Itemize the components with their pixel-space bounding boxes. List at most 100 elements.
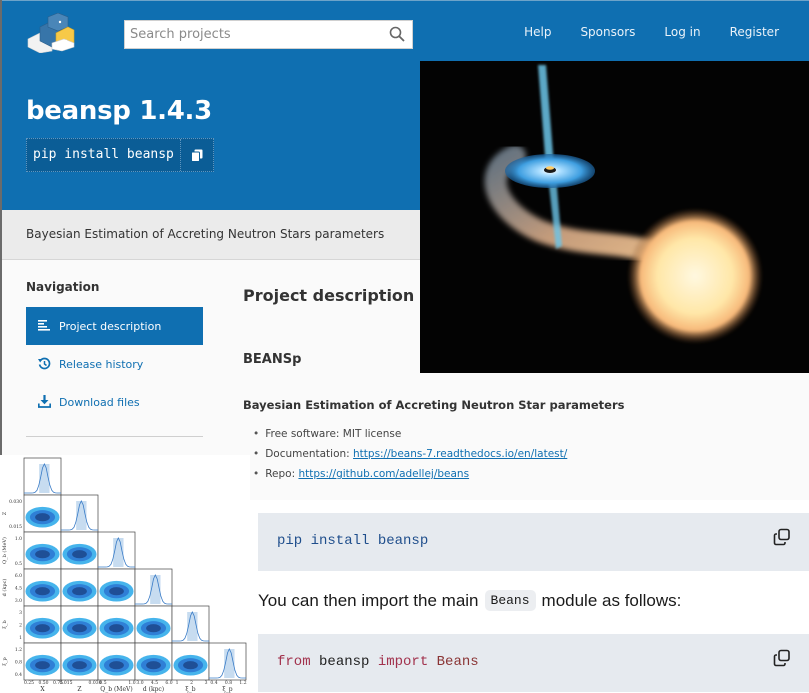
y-tick-label: 1.2 — [15, 647, 22, 653]
contour-1sigma — [35, 661, 50, 670]
pip-command[interactable]: pip install beansp — [27, 139, 181, 171]
search-icon[interactable] — [389, 26, 405, 42]
nav-login-link[interactable]: Log in — [664, 25, 700, 39]
y-tick-label: 2 — [19, 623, 22, 629]
y-tick-label: 0.8 — [15, 660, 22, 666]
x-axis-label: ξ_b — [185, 686, 195, 693]
package-summary: Bayesian Estimation of Accreting Neutron… — [26, 227, 385, 241]
sidebar-item-label: Release history — [59, 357, 144, 371]
repo-link[interactable]: https://github.com/adellej/beans — [298, 468, 469, 480]
sidebar-navigation: Navigation Project description Release h… — [26, 280, 203, 437]
search-box — [124, 20, 413, 49]
x-tick-label: 1.0 — [128, 680, 135, 686]
x-tick-label: 3 — [205, 680, 208, 686]
contour-1sigma — [183, 661, 198, 670]
accretion-art-image — [420, 61, 809, 373]
copy-icon[interactable] — [773, 649, 791, 667]
sidebar-item-release-history[interactable]: Release history — [26, 345, 203, 383]
contour-1sigma — [109, 587, 124, 596]
copy-icon[interactable] — [773, 528, 791, 546]
nav-sponsors-link[interactable]: Sponsors — [580, 25, 635, 39]
y-tick-label: 0.5 — [15, 561, 22, 567]
contour-1sigma — [35, 513, 50, 522]
x-tick-label: 6.0 — [165, 680, 172, 686]
module-name: beansp — [310, 654, 378, 670]
x-tick-label: 2 — [190, 680, 193, 686]
y-tick-label: 4.5 — [15, 586, 22, 592]
contour-1sigma — [72, 661, 87, 670]
sidebar-item-download-files[interactable]: Download files — [26, 383, 203, 421]
instruction-text: module as follows: — [541, 590, 682, 610]
sidebar-item-project-description[interactable]: Project description — [26, 307, 203, 345]
x-tick-label: 0.25 — [24, 680, 34, 686]
list-item: Documentation: https://beans-7.readthedo… — [253, 448, 567, 468]
y-tick-label: 0.015 — [9, 524, 22, 530]
import-instruction: You can then import the main Beans modul… — [258, 590, 681, 611]
readme-title: BEANSp — [243, 352, 302, 367]
documentation-link[interactable]: https://beans-7.readthedocs.io/en/latest… — [353, 448, 567, 460]
contour-1sigma — [109, 624, 124, 633]
y-tick-label: 6.0 — [15, 573, 22, 579]
corner-plot-image: X 0.25 0.50 0.75 Z 0.015 0.030 Q_b (MeV) 0.5 1.0 d… — [0, 455, 250, 693]
list-item: Free software: MIT license — [253, 428, 567, 448]
sidebar-item-label: Project description — [59, 319, 162, 333]
sidebar-item-label: Download files — [59, 395, 140, 409]
y-tick-label: 0.4 — [15, 672, 22, 678]
x-tick-label: 1.2 — [239, 680, 246, 686]
nav-register-link[interactable]: Register — [730, 25, 779, 39]
x-tick-label: 0.4 — [210, 680, 217, 686]
pypi-logo-icon[interactable] — [26, 13, 76, 53]
align-left-icon — [38, 319, 52, 333]
contour-1sigma — [72, 624, 87, 633]
x-tick-label: 3.0 — [136, 680, 143, 686]
x-axis-label: d (kpc) — [143, 686, 164, 693]
package-title: beansp 1.4.3 — [26, 96, 212, 126]
top-navbar: Help Sponsors Log in Register — [2, 0, 809, 62]
readme-subtitle: Bayesian Estimation of Accreting Neutron… — [243, 398, 625, 412]
x-tick-label: 0.8 — [225, 680, 232, 686]
binary-star-illustration — [420, 61, 809, 373]
bullet-text: Documentation: — [265, 448, 354, 460]
x-axis-label: X — [40, 686, 45, 693]
y-tick-label: 1 — [19, 635, 22, 641]
bullet-text: Repo: — [265, 468, 299, 480]
contour-1sigma — [146, 661, 161, 670]
x-tick-label: 0.50 — [38, 680, 48, 686]
list-item: Repo: https://github.com/adellej/beans — [253, 468, 567, 488]
import-code[interactable]: from beansp import Beans — [277, 654, 479, 670]
copy-pip-button[interactable] — [181, 139, 213, 171]
y-axis-label: d (kpc) — [1, 579, 8, 597]
x-axis-label: Z — [77, 686, 81, 693]
sidebar-heading: Navigation — [26, 280, 100, 294]
contour-1sigma — [35, 550, 50, 559]
copy-icon — [190, 149, 203, 162]
instruction-text: You can then import the main — [258, 590, 479, 610]
contour-1sigma — [146, 624, 161, 633]
corner-plot: X0.25 0.50 0.75Z0.015 0.030Q_b (MeV)0.5 1.0d… — [1, 457, 247, 693]
contour-1sigma — [35, 587, 50, 596]
x-tick-label: 0.5 — [99, 680, 106, 686]
x-tick-label: 4.5 — [151, 680, 158, 686]
x-tick-label: 1 — [176, 680, 179, 686]
nav-help-link[interactable]: Help — [524, 25, 551, 39]
y-axis-label: ξ_b — [2, 620, 8, 628]
y-axis-label: Z — [2, 511, 8, 515]
install-code[interactable]: pip install beansp — [277, 533, 428, 549]
pip-install-box: pip install beansp — [26, 138, 214, 172]
search-input[interactable] — [125, 21, 385, 48]
readme-install-section: pip install beansp You can then import t… — [250, 500, 809, 693]
inline-code-beans: Beans — [484, 590, 536, 611]
history-icon — [38, 357, 52, 371]
project-description-heading: Project description — [243, 286, 415, 305]
keyword-from: from — [277, 654, 311, 670]
bullet-text: Free software: MIT license — [265, 428, 402, 440]
x-axis-label: Q_b (MeV) — [100, 686, 132, 693]
code-block-import: from beansp import Beans — [258, 634, 809, 692]
y-axis-label: Q_b (MeV) — [1, 537, 8, 564]
keyword-import: import — [377, 654, 429, 670]
contour-1sigma — [35, 624, 50, 633]
contour-1sigma — [72, 587, 87, 596]
readme-bullet-list: Free software: MIT license Documentation… — [253, 428, 567, 488]
download-icon — [38, 395, 52, 409]
y-tick-label: 3 — [19, 610, 22, 616]
